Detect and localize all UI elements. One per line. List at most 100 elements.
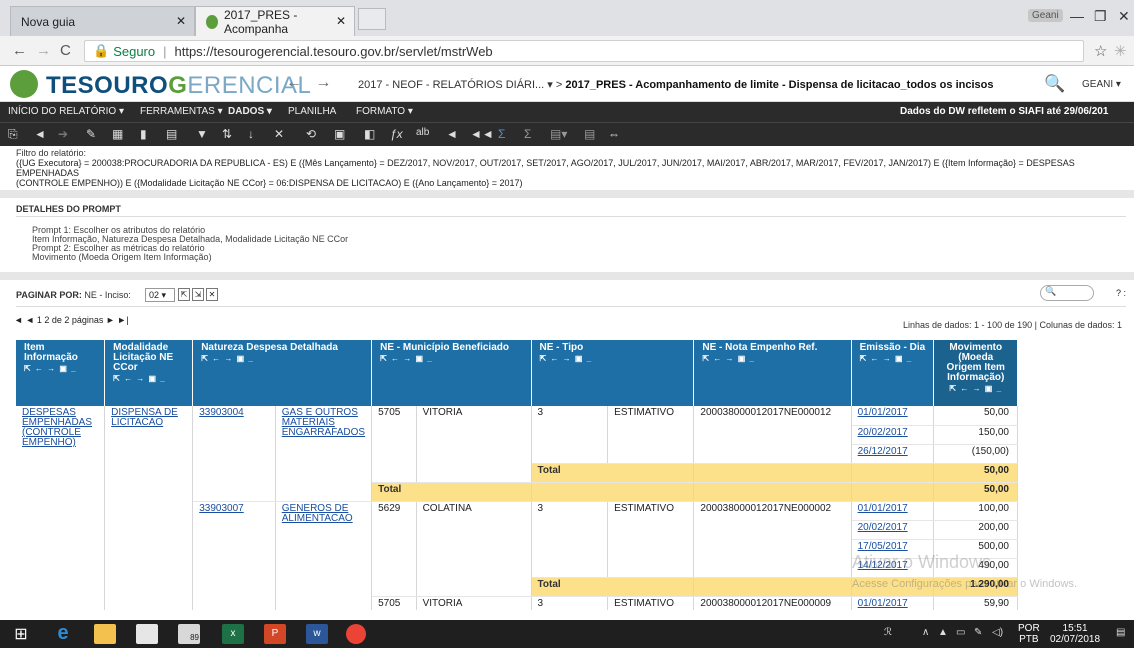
refresh-icon[interactable]: ⟲ — [306, 127, 316, 141]
save-icon[interactable]: ⎘ — [8, 127, 18, 142]
page-by-up-icon[interactable]: ⇲ — [192, 288, 204, 301]
people-icon[interactable]: ℛ — [884, 627, 892, 638]
tab-2017-pres[interactable]: 2017_PRES - Acompanha ✕ — [195, 6, 355, 36]
sort-desc-icon[interactable]: ↓ — [248, 127, 254, 141]
column-tools-icon[interactable]: ⇱ ← → ▣ _ — [380, 354, 522, 364]
bar-chart-icon[interactable]: ▮ — [140, 127, 147, 141]
emissao-cell[interactable]: 20/02/2017 — [851, 425, 935, 445]
menu-formato[interactable]: FORMATO ▾ — [356, 106, 413, 117]
chrome-icon[interactable] — [346, 624, 366, 644]
column-tools-icon[interactable]: ⇱ ← → ▣ _ — [702, 354, 842, 364]
reload-icon[interactable]: C — [60, 42, 71, 59]
breadcrumb-parent[interactable]: 2017 - NEOF - RELATÓRIOS DIÁRI... — [358, 79, 544, 91]
word-icon[interactable]: w — [306, 624, 328, 644]
tab-nova-guia[interactable]: Nova guia ✕ — [10, 6, 195, 36]
grid-search-input[interactable]: 🔍 — [1040, 285, 1094, 301]
filter-icon[interactable]: ▼ — [196, 127, 208, 141]
column-tools-icon[interactable]: ⇱ ← → ▣ _ — [942, 384, 1009, 394]
close-icon[interactable]: ✕ — [176, 14, 186, 28]
fx-icon[interactable]: ƒx — [390, 127, 403, 141]
page-by-icon[interactable]: ⇱ — [178, 288, 190, 301]
redo-icon[interactable]: ➔ — [58, 127, 68, 141]
menu-planilha[interactable]: PLANILHA — [288, 106, 336, 117]
file-explorer-icon[interactable] — [94, 624, 116, 644]
grid-icon[interactable]: ▦ — [112, 127, 123, 141]
system-clock[interactable]: 15:51 02/07/2018 — [1050, 623, 1100, 645]
emissao-cell[interactable]: 01/01/2017 — [851, 596, 935, 610]
tray-up-icon[interactable]: ∧ — [922, 627, 929, 638]
chevron-down-icon[interactable]: ▾ > — [547, 79, 565, 91]
maximize-icon[interactable]: ❐ — [1094, 8, 1107, 25]
column-tools-icon[interactable]: ⇱ ← → ▣ _ — [860, 354, 926, 364]
sum-total-icon[interactable]: Σ — [524, 127, 531, 141]
profile-badge[interactable]: Geani — [1028, 9, 1063, 22]
network-icon[interactable]: ▲ — [938, 627, 948, 638]
menu-ferramentas[interactable]: FERRAMENTAS ▾ — [140, 106, 223, 117]
column-tools-icon[interactable]: ⇱ ← → ▣ _ — [113, 374, 184, 384]
column-tools-icon[interactable]: ⇱ ← → ▣ _ — [540, 354, 686, 364]
natureza-desc-cell[interactable]: GENEROS DE ALIMENTACAO — [275, 501, 373, 610]
windows-start-icon[interactable]: ⊞ — [10, 624, 32, 644]
column-header-nota[interactable]: NE - Nota Empenho Ref. ⇱ ← → ▣ _ — [693, 340, 852, 406]
battery-icon[interactable]: ▭ — [956, 627, 965, 638]
store-icon[interactable] — [136, 624, 158, 644]
notification-icon[interactable]: ▤ — [1116, 627, 1125, 638]
emissao-cell[interactable]: 01/01/2017 — [851, 501, 935, 521]
column-header-item[interactable]: Item Informação ⇱ ← → ▣ _ — [16, 340, 106, 406]
menu-dados[interactable]: DADOS ▾ — [228, 106, 272, 117]
powerpoint-icon[interactable]: P — [264, 624, 286, 644]
column-tools-icon[interactable]: ⇱ ← → ▣ _ — [24, 364, 96, 374]
emissao-cell[interactable]: 01/01/2017 — [851, 406, 935, 426]
column-header-movimento[interactable]: Movimento (Moeda Origem Item Informação)… — [933, 340, 1018, 406]
mail-icon[interactable]: 89 — [178, 624, 200, 644]
natureza-code-cell[interactable]: 33903007 — [192, 501, 276, 610]
app-logo[interactable]: TESOUROGERENCIAL — [46, 72, 311, 100]
natureza-code-cell[interactable]: 33903004 — [192, 406, 276, 502]
grid-chart-icon[interactable]: ▤ — [166, 127, 177, 141]
minimize-icon[interactable]: — — [1070, 8, 1084, 24]
user-menu[interactable]: GEANI ▾ — [1082, 79, 1121, 90]
back-arrow-icon[interactable]: ← — [12, 42, 27, 59]
new-tab-button[interactable] — [358, 8, 386, 30]
url-input[interactable]: 🔒 Seguro | https://tesourogerencial.teso… — [84, 40, 1084, 62]
clear-icon[interactable]: ✕ — [274, 127, 284, 141]
star-icon[interactable]: ☆ — [1094, 42, 1107, 60]
column-header-natureza[interactable]: Natureza Despesa Detalhada ⇱ ← → ▣ _ — [192, 340, 373, 406]
subtotal-icon[interactable]: ▤▾ — [550, 127, 567, 141]
page-by-remove-icon[interactable]: ✕ — [206, 288, 218, 301]
sort-icon[interactable]: ⇅ — [222, 127, 232, 141]
search-icon[interactable]: 🔍 — [1044, 74, 1065, 94]
subtotal-alt-icon[interactable]: ▤ — [584, 127, 595, 141]
column-header-modalidade[interactable]: Modalidade Licitação NE CCor ⇱ ← → ▣ _ — [104, 340, 194, 406]
modalidade-cell[interactable]: DISPENSA DE LICITACAO — [104, 406, 194, 610]
help-icon[interactable]: ? : — [1116, 288, 1126, 298]
column-header-municipio[interactable]: NE - Município Beneficiado ⇱ ← → ▣ _ — [371, 340, 532, 406]
natureza-desc-cell[interactable]: GAS E OUTROS MATERIAIS ENGARRAFADOS — [275, 406, 373, 502]
emissao-cell[interactable]: 26/12/2017 — [851, 444, 935, 464]
abc-icon[interactable]: alb — [416, 127, 429, 138]
item-informacao-cell[interactable]: DESPESAS EMPENHADAS (CONTROLE EMPENHO) — [16, 406, 106, 610]
emissao-cell[interactable]: 20/02/2017 — [851, 520, 935, 540]
link-icon[interactable]: ⇔ — [608, 127, 620, 141]
inciso-select[interactable]: 02 ▾ — [145, 288, 175, 302]
edge-icon[interactable]: e — [52, 623, 74, 644]
language-indicator[interactable]: POR PTB — [1018, 623, 1040, 645]
forward-arrow-icon[interactable]: → — [36, 42, 51, 59]
history-arrows-icon[interactable]: ← → — [286, 74, 331, 92]
edit-icon[interactable]: ✎ — [86, 127, 96, 141]
close-icon[interactable]: ✕ — [336, 14, 346, 28]
column-header-tipo[interactable]: NE - Tipo ⇱ ← → ▣ _ — [531, 340, 695, 406]
page-icon[interactable]: ◧ — [364, 127, 375, 141]
column-tools-icon[interactable]: ⇱ ← → ▣ _ — [201, 354, 363, 364]
column-header-emissao[interactable]: Emissão - Dia ⇱ ← → ▣ _ — [851, 340, 935, 406]
window-close-icon[interactable]: ✕ — [1118, 8, 1130, 25]
menu-inicio[interactable]: INÍCIO DO RELATÓRIO ▾ — [8, 106, 124, 117]
move-left-icon[interactable]: ◄ — [446, 127, 458, 141]
pen-icon[interactable]: ✎ — [974, 627, 982, 638]
extension-icon[interactable]: ✳ — [1114, 42, 1127, 60]
undo-icon[interactable]: ◄ — [34, 127, 46, 141]
move-all-left-icon[interactable]: ◄◄ — [470, 127, 494, 141]
page-navigation[interactable]: ◄ ◄ 1 2 de 2 páginas ► ►| — [14, 315, 129, 325]
excel-icon[interactable]: x — [222, 624, 244, 644]
pivot-icon[interactable]: ▣ — [334, 127, 345, 141]
